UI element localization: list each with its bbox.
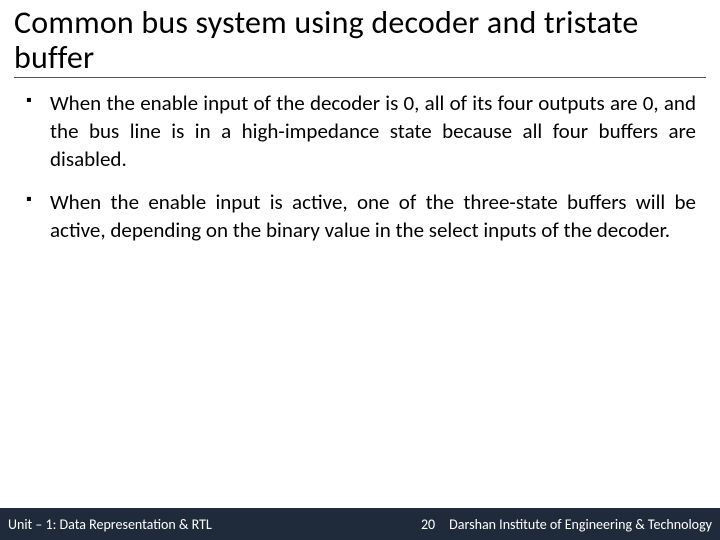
list-item: When the enable input of the decoder is … <box>24 90 696 173</box>
bullet-list: When the enable input of the decoder is … <box>24 90 696 245</box>
footer-bar: Unit – 1: Data Representation & RTL 20 D… <box>0 508 720 540</box>
list-item: When the enable input is active, one of … <box>24 189 696 244</box>
footer-institute: Darshan Institute of Engineering & Techn… <box>449 516 720 533</box>
content-area: When the enable input of the decoder is … <box>0 80 720 261</box>
title-underline <box>14 77 706 78</box>
title-block: Common bus system using decoder and tris… <box>0 0 720 80</box>
slide-title: Common bus system using decoder and tris… <box>14 6 706 75</box>
footer-page-number: 20 <box>407 516 449 533</box>
slide: Common bus system using decoder and tris… <box>0 0 720 540</box>
footer-unit: Unit – 1: Data Representation & RTL <box>0 516 212 533</box>
